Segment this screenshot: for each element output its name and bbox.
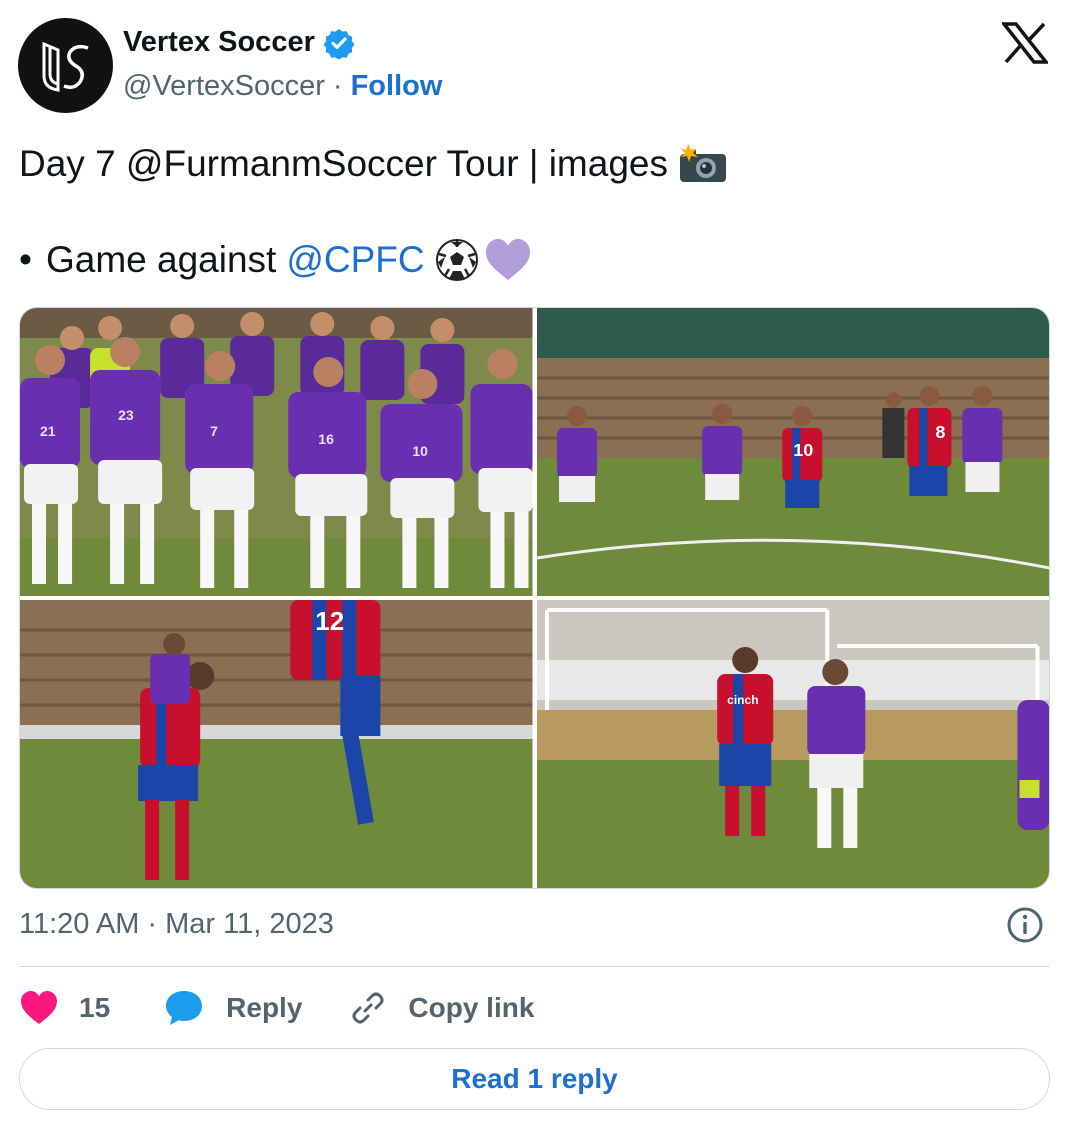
soccer-ball-emoji-icon: [435, 238, 479, 282]
svg-text:10: 10: [412, 443, 428, 459]
svg-text:12: 12: [315, 606, 344, 636]
players-standing-photo[interactable]: cinch: [536, 600, 1049, 888]
header-jump-photo[interactable]: 12: [20, 600, 533, 888]
like-count: 15: [79, 992, 111, 1023]
author-handle[interactable]: @VertexSoccer: [123, 70, 325, 103]
tweet-line-1-text: Day 7 @FurmanmSoccer Tour | images: [19, 143, 668, 184]
svg-text:7: 7: [210, 423, 218, 439]
reply-label: Reply: [226, 992, 303, 1023]
camera-with-flash-emoji-icon: [678, 144, 728, 184]
divider: [19, 966, 1050, 967]
purple-heart-emoji-icon: [483, 238, 533, 282]
action-bar: 15 Reply Copy link: [19, 985, 534, 1031]
svg-text:21: 21: [40, 423, 56, 439]
copy-link-label: Copy link: [408, 992, 535, 1023]
bullet-point: •: [19, 239, 32, 280]
svg-text:10: 10: [793, 440, 813, 460]
media-grid: 21 23 7 16 10 10 8 12 cinch: [19, 307, 1050, 889]
tweet-text: Day 7 @FurmanmSoccer Tour | images • Gam…: [19, 140, 1049, 284]
follow-button[interactable]: Follow: [351, 70, 443, 103]
svg-text:16: 16: [318, 431, 334, 447]
like-button[interactable]: 15: [19, 990, 110, 1026]
link-icon: [350, 990, 386, 1026]
tweet-line-2-text: Game against: [45, 239, 277, 280]
tweet-line-1: Day 7 @FurmanmSoccer Tour | images: [19, 140, 1049, 188]
vertex-soccer-logo: [42, 41, 89, 92]
author-handle-row: @VertexSoccer · Follow: [123, 70, 442, 103]
reply-bubble-icon: [164, 989, 204, 1027]
copy-link-button[interactable]: Copy link: [350, 990, 534, 1026]
info-icon[interactable]: [1006, 906, 1044, 944]
tweet-timestamp[interactable]: 11:20 AM · Mar 11, 2023: [19, 908, 334, 941]
reply-button[interactable]: Reply: [164, 989, 302, 1027]
read-replies-button[interactable]: Read 1 reply: [19, 1048, 1050, 1110]
x-logo-icon[interactable]: [1000, 22, 1050, 64]
match-action-photo[interactable]: 10 8: [536, 308, 1049, 596]
heart-icon: [19, 990, 59, 1026]
svg-text:23: 23: [118, 407, 134, 423]
verified-badge-icon: [323, 27, 355, 59]
handle-separator: ·: [332, 70, 343, 102]
svg-text:8: 8: [935, 422, 945, 442]
cpfc-mention-link[interactable]: @CPFC: [286, 236, 424, 284]
tweet-line-2: • Game against @CPFC: [19, 236, 1049, 284]
author-avatar[interactable]: [18, 18, 113, 113]
author-name-row: Vertex Soccer: [123, 26, 355, 59]
svg-text:cinch: cinch: [727, 693, 758, 707]
team-photo[interactable]: 21 23 7 16 10: [20, 308, 533, 596]
author-display-name[interactable]: Vertex Soccer: [123, 26, 315, 59]
